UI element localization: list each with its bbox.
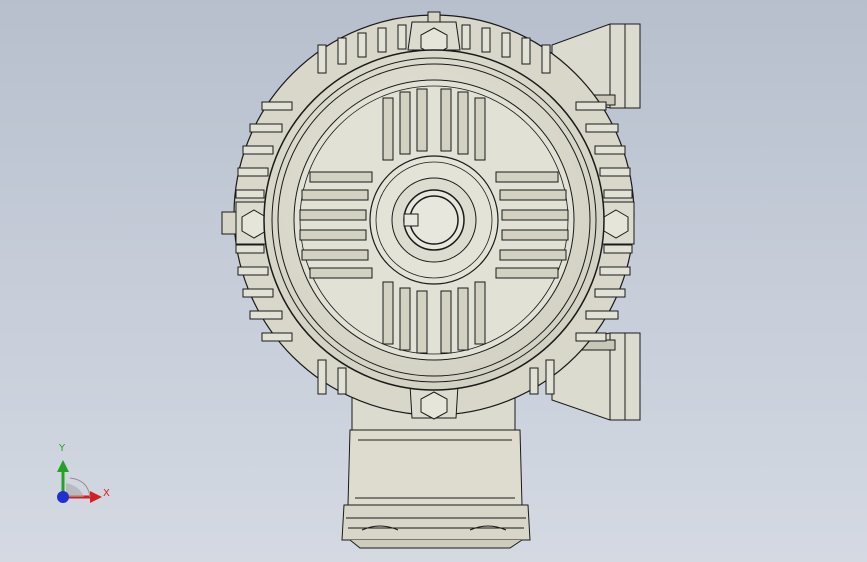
graphics-viewport[interactable]: Y X: [0, 0, 867, 562]
axis-label-x: X: [103, 488, 110, 499]
z-axis-icon: [57, 491, 69, 503]
y-arrow-icon: [57, 460, 69, 472]
shaft-hub[interactable]: [369, 155, 499, 285]
model-view[interactable]: [0, 0, 867, 562]
axis-triad: [57, 460, 102, 503]
x-arrow-icon: [90, 491, 102, 503]
axis-label-y: Y: [59, 443, 66, 454]
